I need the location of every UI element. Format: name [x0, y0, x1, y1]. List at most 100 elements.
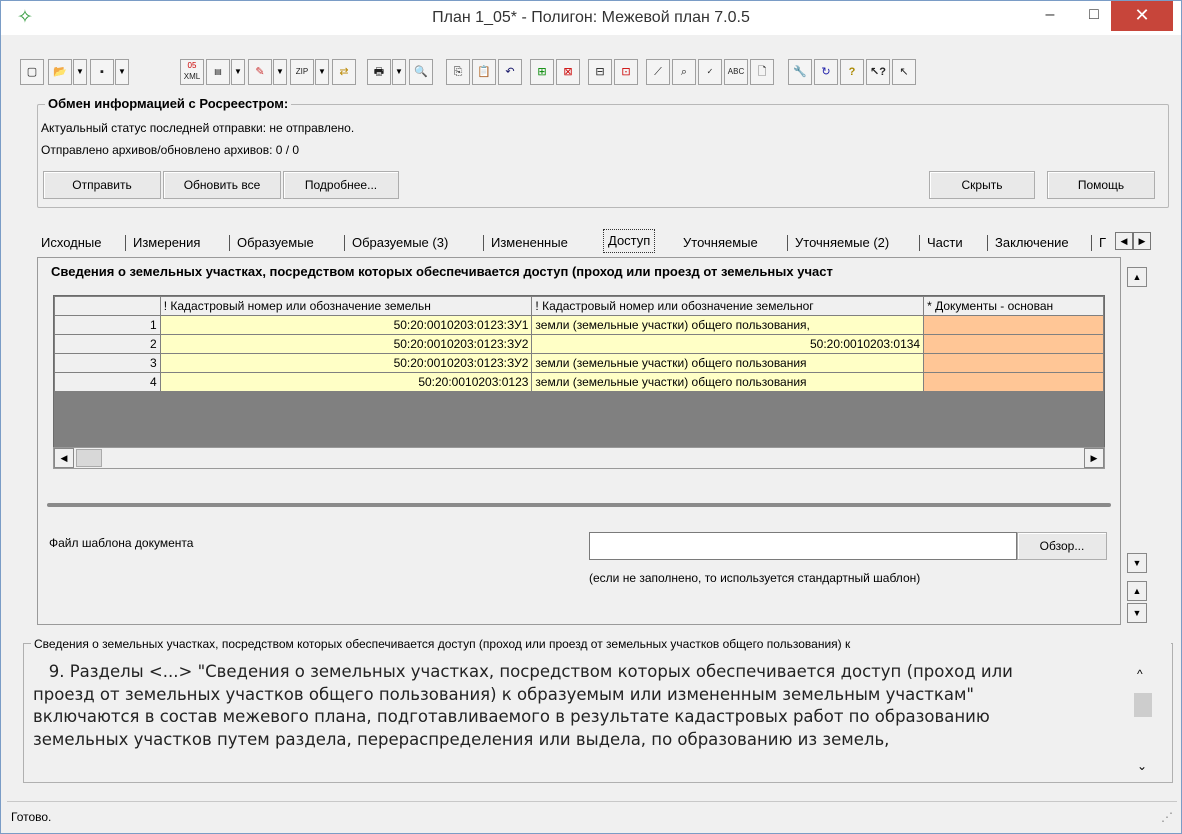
help-vertical-scrollbar[interactable]: ^ ⌄	[1133, 665, 1153, 777]
grid-horizontal-scrollbar[interactable]: ◀ ▶	[53, 447, 1105, 469]
print-dropdown[interactable]: ▼	[392, 59, 406, 85]
tab-measurements[interactable]: Измерения	[129, 233, 204, 253]
refresh-all-button[interactable]: Обновить все	[163, 171, 281, 199]
tab-parts[interactable]: Части	[923, 233, 967, 253]
tools-icon[interactable]: 🔧	[788, 59, 812, 85]
scroll-down-icon[interactable]: ⌄	[1137, 759, 1147, 773]
table-cell[interactable]	[923, 334, 1104, 354]
insert-icon[interactable]: ⊟	[588, 59, 612, 85]
table-row[interactable]: 2 50:20:0010203:0123:ЗУ2 50:20:0010203:0…	[54, 334, 1104, 354]
table-cell[interactable]: 50:20:0010203:0123:ЗУ2	[159, 353, 533, 373]
table-cell[interactable]: 50:20:0010203:0123:ЗУ2	[159, 334, 533, 354]
delete-row-icon[interactable]: ⊠	[556, 59, 580, 85]
table-row[interactable]: 4 50:20:0010203:0123 земли (земельные уч…	[54, 372, 1104, 392]
find-icon[interactable]: ⌕	[672, 59, 696, 85]
doc-icon[interactable]: 🗋	[750, 59, 774, 85]
table-cell[interactable]: 50:20:0010203:0123:ЗУ1	[159, 315, 533, 335]
remove-icon[interactable]: ⊡	[614, 59, 638, 85]
tab-refined[interactable]: Уточняемые	[679, 233, 762, 253]
resize-grip-icon[interactable]: ⋰	[1161, 810, 1173, 824]
help-legend: Сведения о земельных участках, посредств…	[31, 637, 1171, 651]
tab-separator	[344, 235, 345, 251]
scroll-down-icon[interactable]: ▼	[1127, 553, 1147, 573]
panel-vertical-scrollbar[interactable]: ▲ ▼ ▲ ▼	[1127, 267, 1147, 627]
tab-more[interactable]: Г	[1095, 233, 1110, 253]
tab-strip: Исходные Измерения Образуемые Образуемые…	[37, 229, 1173, 255]
save-icon[interactable]: ▪	[90, 59, 114, 85]
tab-changed[interactable]: Измененные	[487, 233, 572, 253]
paste-icon[interactable]: 📋	[472, 59, 496, 85]
table-row[interactable]: 3 50:20:0010203:0123:ЗУ2 земли (земельны…	[54, 353, 1104, 373]
stamp-dropdown[interactable]: ▼	[273, 59, 287, 85]
scroll-thumb[interactable]	[1134, 693, 1152, 717]
table-cell[interactable]: 50:20:0010203:0123	[159, 372, 533, 392]
window-title: План 1_05* - Полигон: Межевой план 7.0.5	[432, 9, 750, 26]
scroll-left-icon[interactable]: ◀	[54, 448, 74, 468]
wand-icon[interactable]: ⟋	[646, 59, 670, 85]
scroll-up-icon[interactable]: ^	[1137, 667, 1143, 681]
spell-icon[interactable]: ABC	[724, 59, 748, 85]
table-cell[interactable]	[923, 353, 1104, 373]
tab-access[interactable]: Доступ	[603, 229, 656, 253]
access-panel-title: Сведения о земельных участках, посредств…	[49, 264, 1115, 279]
tab-formed-3[interactable]: Образуемые (3)	[348, 233, 452, 253]
column-header[interactable]: ! Кадастровый номер или обозначение земе…	[531, 296, 925, 316]
close-button[interactable]: ✕	[1111, 1, 1173, 31]
tab-separator	[787, 235, 788, 251]
open-dropdown[interactable]: ▼	[73, 59, 87, 85]
table-cell[interactable]: земли (земельные участки) общего пользов…	[531, 372, 925, 392]
scroll-down-icon[interactable]: ▼	[1127, 603, 1147, 623]
refresh-icon[interactable]: ↻	[814, 59, 838, 85]
table-cell[interactable]: земли (земельные участки) общего пользов…	[531, 353, 925, 373]
stamp-icon[interactable]: ✎	[248, 59, 272, 85]
scroll-thumb[interactable]	[76, 449, 102, 467]
send-button[interactable]: Отправить	[43, 171, 161, 199]
row-number: 3	[54, 353, 161, 373]
details-button[interactable]: Подробнее...	[283, 171, 399, 199]
tab-refined-2[interactable]: Уточняемые (2)	[791, 233, 893, 253]
new-icon[interactable]: ▢	[20, 59, 44, 85]
table-cell[interactable]	[923, 315, 1104, 335]
scroll-up-icon[interactable]: ▲	[1127, 581, 1147, 601]
context-help-icon[interactable]: ↖?	[866, 59, 890, 85]
minimize-button[interactable]: –	[1027, 1, 1073, 31]
tab-conclusion[interactable]: Заключение	[991, 233, 1073, 253]
copy-icon[interactable]: ⎘	[446, 59, 470, 85]
print-icon[interactable]: 🖶	[367, 59, 391, 85]
hide-button[interactable]: Скрыть	[929, 171, 1035, 199]
pointer-icon[interactable]: ↖	[892, 59, 916, 85]
zip-dropdown[interactable]: ▼	[315, 59, 329, 85]
help-text[interactable]: 9. Разделы <...> "Сведения о земельных у…	[33, 661, 1123, 777]
help-icon[interactable]: ?	[840, 59, 864, 85]
template-path-input[interactable]	[589, 532, 1017, 560]
tab-scroll-left-icon[interactable]: ◀	[1115, 232, 1133, 250]
tab-source[interactable]: Исходные	[37, 233, 105, 253]
undo-icon[interactable]: ↶	[498, 59, 522, 85]
table-cell[interactable]	[923, 372, 1104, 392]
scroll-right-icon[interactable]: ▶	[1084, 448, 1104, 468]
scroll-up-icon[interactable]: ▲	[1127, 267, 1147, 287]
swap-icon[interactable]: ⇄	[332, 59, 356, 85]
title-bar[interactable]: ✧ План 1_05* - Полигон: Межевой план 7.0…	[1, 1, 1181, 35]
save-dropdown[interactable]: ▼	[115, 59, 129, 85]
preview-icon[interactable]: 🔍	[409, 59, 433, 85]
column-header[interactable]: ! Кадастровый номер или обозначение земе…	[159, 296, 533, 316]
table-row[interactable]: 1 50:20:0010203:0123:ЗУ1 земли (земельны…	[54, 315, 1104, 335]
table-cell[interactable]: земли (земельные участки) общего пользов…	[531, 315, 925, 335]
xml-export-dropdown[interactable]: ▼	[231, 59, 245, 85]
open-icon[interactable]: 📂	[48, 59, 72, 85]
tab-formed[interactable]: Образуемые	[233, 233, 318, 253]
table-cell[interactable]: 50:20:0010203:0134	[531, 334, 925, 354]
help-button[interactable]: Помощь	[1047, 171, 1155, 199]
row-number: 1	[54, 315, 161, 335]
add-row-icon[interactable]: ⊞	[530, 59, 554, 85]
tab-separator	[483, 235, 484, 251]
xml-check-icon[interactable]: ✓	[698, 59, 722, 85]
xml-export-icon[interactable]: ▤	[206, 59, 230, 85]
column-header[interactable]: * Документы - основан	[923, 296, 1104, 316]
splitter[interactable]	[47, 503, 1111, 507]
zip-icon[interactable]: ZIP	[290, 59, 314, 85]
tab-scroll-right-icon[interactable]: ▶	[1133, 232, 1151, 250]
xml-05-icon[interactable]: 05 XML	[180, 59, 204, 85]
browse-button[interactable]: Обзор...	[1017, 532, 1107, 560]
